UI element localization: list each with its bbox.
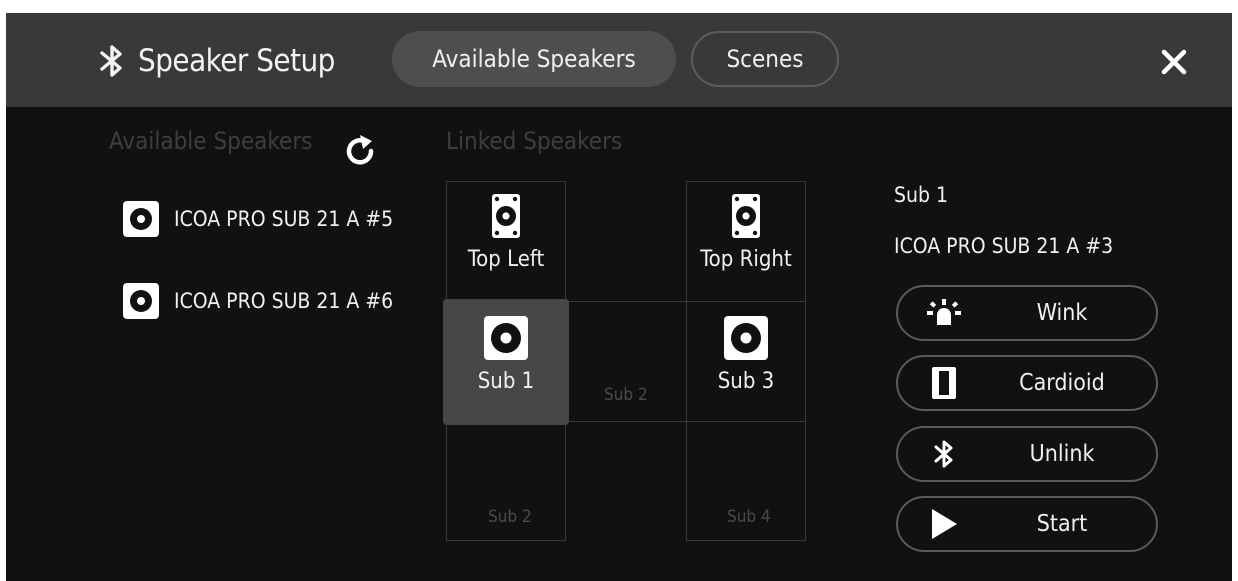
- cardioid-label: Cardioid: [1019, 370, 1105, 396]
- subwoofer-icon: [484, 316, 528, 360]
- available-speaker-label: ICOA PRO SUB 21 A #6: [174, 289, 394, 313]
- speaker-setup-window: Speaker Setup Available Speakers Scenes …: [6, 13, 1232, 581]
- empty-slot-label: Sub 4: [727, 507, 771, 527]
- empty-slot-label: Sub 2: [604, 385, 648, 405]
- linked-speaker-top-right[interactable]: Top Right: [686, 181, 806, 301]
- tab-available-speakers[interactable]: Available Speakers: [392, 31, 676, 87]
- empty-slot-label: Sub 2: [488, 507, 532, 527]
- speaker-icon: [123, 201, 159, 237]
- page-title: Speaker Setup: [138, 43, 335, 79]
- available-speakers-heading: Available Speakers: [109, 127, 313, 155]
- unlink-button[interactable]: Unlink: [896, 426, 1158, 482]
- linked-speakers-heading: Linked Speakers: [446, 127, 623, 155]
- play-icon: [932, 509, 957, 539]
- cardioid-button[interactable]: Cardioid: [896, 355, 1158, 411]
- wink-button[interactable]: Wink: [896, 285, 1158, 341]
- cardioid-icon: [932, 367, 956, 399]
- available-speaker-item[interactable]: ICOA PRO SUB 21 A #6: [122, 281, 393, 321]
- available-speaker-label: ICOA PRO SUB 21 A #5: [174, 207, 394, 231]
- header-bar: Speaker Setup Available Speakers Scenes: [6, 13, 1232, 107]
- speaker-icon: [123, 283, 159, 319]
- selected-speaker-model: ICOA PRO SUB 21 A #3: [894, 234, 1114, 258]
- linked-speaker-label: Top Right: [700, 247, 792, 272]
- available-speaker-item[interactable]: ICOA PRO SUB 21 A #5: [122, 199, 393, 239]
- subwoofer-icon: [724, 316, 768, 360]
- linked-speaker-top-left[interactable]: Top Left: [446, 181, 566, 301]
- tower-speaker-icon: [732, 194, 760, 238]
- bluetooth-icon: [934, 440, 953, 468]
- refresh-icon[interactable]: [341, 132, 379, 170]
- start-button[interactable]: Start: [896, 496, 1158, 552]
- linked-speaker-sub-3[interactable]: Sub 3: [686, 301, 806, 421]
- linked-speaker-label: Top Left: [467, 247, 545, 272]
- tab-scenes[interactable]: Scenes: [691, 31, 839, 87]
- wink-light-icon: [927, 299, 961, 325]
- start-label: Start: [1036, 511, 1088, 537]
- selected-speaker-name: Sub 1: [894, 183, 948, 207]
- tower-speaker-icon: [492, 194, 520, 238]
- linked-speaker-label: Sub 1: [477, 369, 535, 394]
- linked-speaker-label: Sub 3: [717, 369, 775, 394]
- wink-label: Wink: [1036, 300, 1088, 326]
- bluetooth-icon: [100, 45, 122, 77]
- linked-speaker-sub-1[interactable]: Sub 1: [443, 299, 569, 425]
- title-group: Speaker Setup: [98, 41, 335, 81]
- close-icon[interactable]: [1156, 44, 1192, 80]
- unlink-label: Unlink: [1029, 441, 1095, 467]
